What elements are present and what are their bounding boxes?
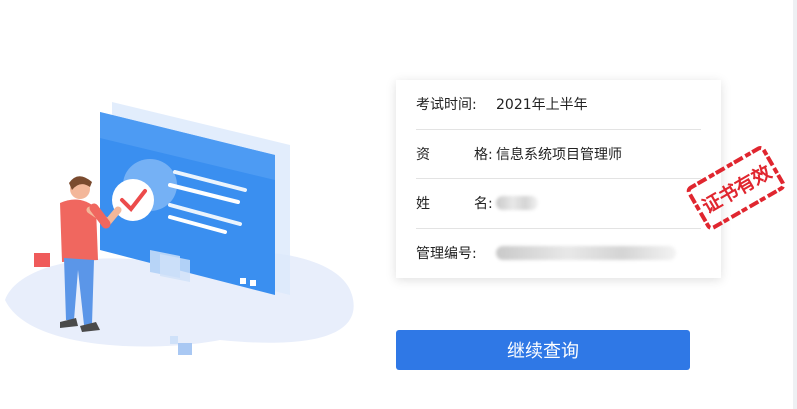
- qualification-value: 信息系统项目管理师: [496, 146, 622, 163]
- certificate-info-card: 考试时间: 2021年上半年 资格: 信息系统项目管理师 姓名: 管理编号:: [396, 80, 721, 278]
- exam-time-row: 考试时间: 2021年上半年: [416, 80, 701, 130]
- continue-query-button[interactable]: 继续查询: [396, 330, 690, 370]
- page-edge: [793, 0, 797, 409]
- cert-number-value-redacted: [496, 246, 676, 261]
- name-label: 姓名:: [416, 196, 493, 213]
- name-value-redacted: [496, 196, 538, 211]
- red-cube: [34, 253, 50, 267]
- cert-number-row: 管理编号:: [416, 229, 701, 279]
- cert-number-label: 管理编号:: [416, 246, 477, 263]
- exam-time-value: 2021年上半年: [496, 97, 588, 114]
- name-row: 姓名:: [416, 179, 701, 229]
- qualification-row: 资格: 信息系统项目管理师: [416, 130, 701, 179]
- exam-time-label: 考试时间:: [416, 97, 477, 114]
- illustration: [5, 102, 354, 355]
- qualification-label: 资格:: [416, 146, 493, 163]
